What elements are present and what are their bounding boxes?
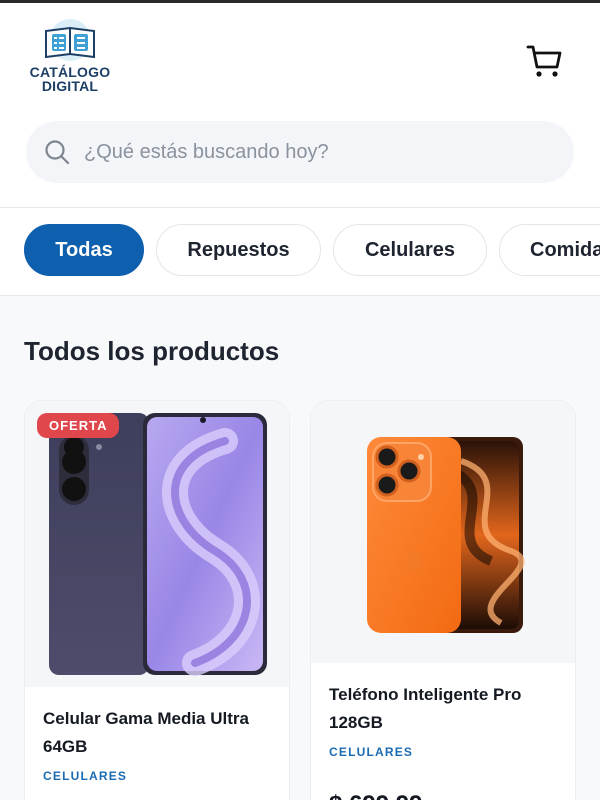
product-category: CELULARES [43, 769, 128, 783]
category-chip-todas[interactable]: Todas [24, 224, 144, 276]
product-category: CELULARES [329, 745, 414, 759]
search-icon [45, 140, 70, 165]
product-image: OFERTA [25, 401, 289, 687]
search-bar[interactable] [26, 121, 574, 183]
category-filter-bar: Todas Repuestos Celulares Comida [0, 208, 600, 296]
category-chip-repuestos[interactable]: Repuestos [156, 224, 321, 276]
orange-phone-image [367, 437, 525, 633]
purple-foldable-phone-image [49, 413, 267, 676]
product-name: Teléfono Inteligente Pro 128GB [329, 685, 522, 732]
brand-name-line1: CATÁLOGO [29, 64, 111, 80]
book-icon [45, 19, 95, 61]
cart-button[interactable] [524, 41, 564, 81]
offer-badge: OFERTA [37, 413, 120, 438]
brand-name-line2: DIGITAL [41, 78, 99, 94]
product-image [311, 401, 575, 663]
category-chip-comida[interactable]: Comida [499, 224, 600, 276]
product-price: $ 699.99 [329, 791, 422, 800]
search-input[interactable] [84, 121, 554, 183]
product-card[interactable]: OFERTA Celular Gama Media Ultra 64GB CEL… [24, 400, 290, 800]
product-name: Celular Gama Media Ultra 64GB [43, 709, 249, 756]
brand-logo[interactable]: CATÁLOGO DIGITAL [22, 19, 118, 99]
section-title: Todos los productos [24, 336, 280, 366]
category-chip-celulares[interactable]: Celulares [333, 224, 487, 276]
product-info: Teléfono Inteligente Pro 128GB CELULARES [311, 681, 575, 759]
product-info: Celular Gama Media Ultra 64GB CELULARES [25, 705, 289, 783]
brand-name: CATÁLOGO DIGITAL [22, 65, 118, 93]
product-card[interactable]: Teléfono Inteligente Pro 128GB CELULARES… [310, 400, 576, 800]
app-header: CATÁLOGO DIGITAL [0, 3, 600, 208]
cart-icon [526, 45, 562, 77]
